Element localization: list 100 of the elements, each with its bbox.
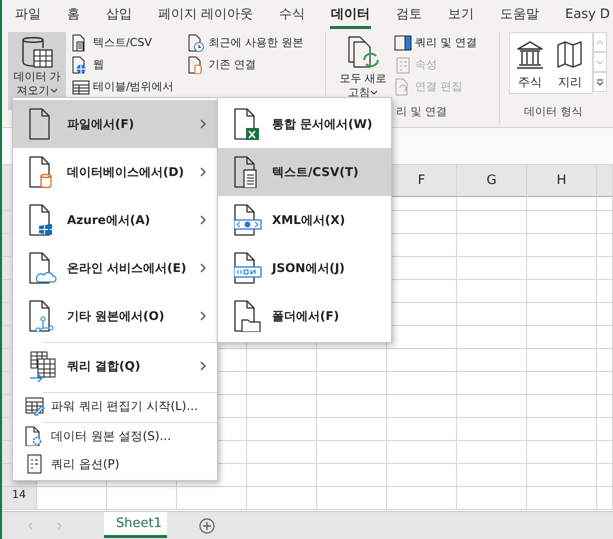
grid-cell[interactable] bbox=[247, 487, 317, 510]
grid-cell[interactable] bbox=[387, 395, 457, 418]
grid-cell[interactable] bbox=[387, 349, 457, 372]
grid-cell[interactable] bbox=[527, 257, 597, 280]
menu-item[interactable]: 파일에서(F) bbox=[13, 100, 217, 148]
grid-cell[interactable] bbox=[107, 487, 177, 510]
menu-item[interactable]: Azure에서(A) bbox=[13, 196, 217, 244]
ribbon-button[interactable]: 웹 bbox=[70, 54, 176, 76]
column-header[interactable] bbox=[597, 165, 613, 197]
grid-cell[interactable] bbox=[527, 326, 597, 349]
menu-item[interactable]: 쿼리 옵션(P) bbox=[13, 450, 217, 478]
grid-cell[interactable] bbox=[597, 211, 613, 234]
ribbon-button[interactable]: 최근에 사용한 원본 bbox=[186, 32, 306, 54]
grid-cell[interactable] bbox=[457, 418, 527, 441]
grid-cell[interactable] bbox=[317, 349, 387, 372]
grid-cell[interactable] bbox=[457, 464, 527, 487]
grid-cell[interactable] bbox=[527, 441, 597, 464]
menu-item[interactable]: 온라인 서비스에서(E) bbox=[13, 244, 217, 292]
ribbon-tab[interactable]: 데이터 bbox=[330, 0, 372, 30]
ribbon-button[interactable]: 쿼리 및 연결 bbox=[392, 32, 479, 54]
menu-item[interactable]: 통합 문서에서(W) bbox=[218, 100, 391, 148]
menu-item[interactable]: XML에서(X) bbox=[218, 196, 391, 244]
grid-cell[interactable] bbox=[527, 464, 597, 487]
grid-cell[interactable] bbox=[387, 487, 457, 510]
grid-cell[interactable] bbox=[247, 372, 317, 395]
grid-cell[interactable] bbox=[527, 487, 597, 510]
menu-item[interactable]: 텍스트/CSV(T) bbox=[218, 148, 391, 196]
add-sheet-button[interactable] bbox=[199, 518, 215, 534]
grid-cell[interactable] bbox=[177, 487, 247, 510]
grid-cell[interactable] bbox=[457, 372, 527, 395]
menu-item[interactable]: 기타 원본에서(O) bbox=[13, 292, 217, 340]
grid-cell[interactable] bbox=[457, 303, 527, 326]
grid-cell[interactable] bbox=[597, 280, 613, 303]
grid-cell[interactable] bbox=[387, 372, 457, 395]
grid-cell[interactable] bbox=[527, 211, 597, 234]
column-header[interactable]: H bbox=[527, 165, 597, 197]
grid-cell[interactable] bbox=[597, 234, 613, 257]
grid-cell[interactable] bbox=[527, 372, 597, 395]
grid-cell[interactable] bbox=[247, 418, 317, 441]
grid-cell[interactable] bbox=[597, 372, 613, 395]
ribbon-tab[interactable]: 보기 bbox=[447, 0, 476, 30]
ribbon-tab[interactable]: 파일 bbox=[14, 0, 42, 30]
scroll-up-button[interactable] bbox=[593, 32, 607, 52]
grid-cell[interactable] bbox=[597, 303, 613, 326]
data-type-button[interactable]: 지리 bbox=[550, 33, 590, 93]
grid-cell[interactable] bbox=[457, 326, 527, 349]
grid-cell[interactable] bbox=[457, 395, 527, 418]
menu-item[interactable]: 폴더에서(F) bbox=[218, 292, 391, 340]
grid-cell[interactable] bbox=[387, 464, 457, 487]
grid-cell[interactable] bbox=[527, 280, 597, 303]
grid-cell[interactable] bbox=[527, 395, 597, 418]
grid-cell[interactable] bbox=[527, 418, 597, 441]
grid-cell[interactable] bbox=[457, 280, 527, 303]
ribbon-tab[interactable]: 페이지 레이아웃 bbox=[157, 0, 254, 30]
grid-cell[interactable] bbox=[37, 487, 107, 510]
grid-cell[interactable] bbox=[317, 464, 387, 487]
ribbon-tab[interactable]: 검토 bbox=[395, 0, 424, 30]
grid-cell[interactable] bbox=[597, 395, 613, 418]
grid-cell[interactable] bbox=[597, 326, 613, 349]
ribbon-tab[interactable]: Easy D bbox=[564, 0, 611, 30]
grid-cell[interactable] bbox=[457, 487, 527, 510]
grid-cell[interactable] bbox=[597, 441, 613, 464]
row-header[interactable]: 14 bbox=[2, 487, 37, 510]
grid-cell[interactable] bbox=[387, 418, 457, 441]
ribbon-button[interactable]: 테이블/범위에서 bbox=[70, 76, 176, 98]
grid-cell[interactable] bbox=[317, 487, 387, 510]
ribbon-tab[interactable]: 홈 bbox=[66, 0, 81, 30]
grid-cell[interactable] bbox=[597, 349, 613, 372]
grid-cell[interactable] bbox=[317, 395, 387, 418]
menu-item[interactable]: 파워 쿼리 편집기 시작(L)... bbox=[13, 392, 217, 420]
grid-cell[interactable] bbox=[317, 372, 387, 395]
grid-cell[interactable] bbox=[597, 464, 613, 487]
grid-cell[interactable] bbox=[247, 349, 317, 372]
grid-cell[interactable] bbox=[457, 234, 527, 257]
menu-item[interactable]: 데이터베이스에서(D) bbox=[13, 148, 217, 196]
grid-cell[interactable] bbox=[527, 349, 597, 372]
menu-item[interactable]: 쿼리 결합(Q) bbox=[13, 342, 217, 390]
menu-item[interactable]: JSON에서(J) bbox=[218, 244, 391, 292]
grid-cell[interactable] bbox=[457, 257, 527, 280]
ribbon-tab[interactable]: 수식 bbox=[278, 0, 306, 30]
grid-cell[interactable] bbox=[597, 487, 613, 510]
grid-cell[interactable] bbox=[597, 257, 613, 280]
grid-cell[interactable] bbox=[317, 418, 387, 441]
ribbon-tab[interactable]: 도움말 bbox=[499, 0, 540, 30]
ribbon-button[interactable]: 텍스트/CSV bbox=[70, 32, 176, 54]
grid-cell[interactable] bbox=[527, 303, 597, 326]
grid-cell[interactable] bbox=[597, 418, 613, 441]
grid-cell[interactable] bbox=[457, 349, 527, 372]
data-type-button[interactable]: 주식 bbox=[510, 33, 550, 93]
sheet-tab[interactable]: Sheet1 bbox=[104, 512, 167, 538]
grid-cell[interactable] bbox=[457, 441, 527, 464]
grid-cell[interactable] bbox=[247, 441, 317, 464]
grid-cell[interactable] bbox=[247, 464, 317, 487]
ribbon-tab[interactable]: 삽입 bbox=[105, 0, 133, 30]
column-header[interactable]: G bbox=[457, 165, 527, 197]
menu-item[interactable]: 데이터 원본 설정(S)... bbox=[13, 422, 217, 450]
ribbon-button[interactable]: 기존 연결 bbox=[186, 54, 306, 76]
grid-cell[interactable] bbox=[457, 211, 527, 234]
more-button[interactable] bbox=[593, 72, 607, 92]
grid-cell[interactable] bbox=[317, 441, 387, 464]
